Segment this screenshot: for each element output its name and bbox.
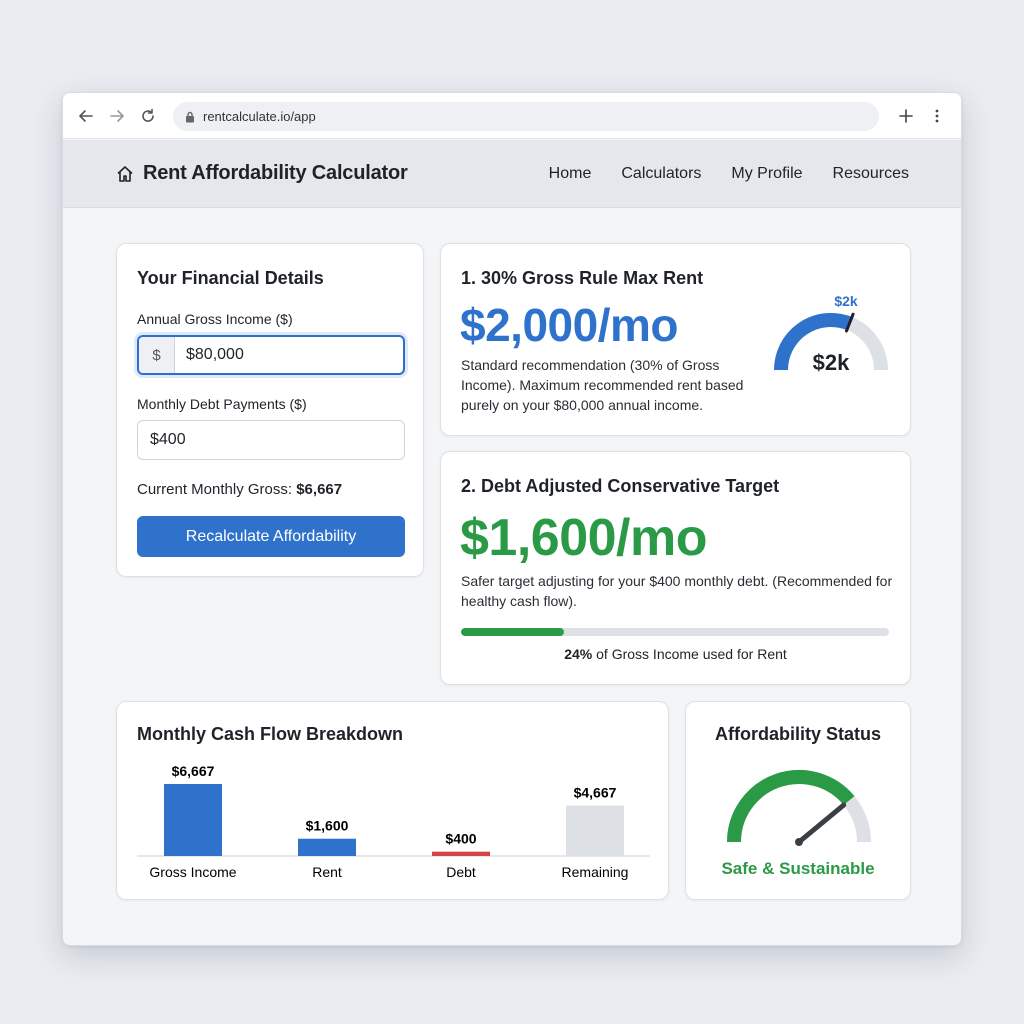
- arrow-right-icon: [110, 110, 124, 122]
- bar-gross-income: [164, 784, 222, 856]
- browser-window: rentcalculate.io/app Rent Affordability …: [62, 92, 962, 946]
- gauge-top-label: $2k: [834, 293, 858, 309]
- browser-menu-button[interactable]: [926, 105, 948, 127]
- bar-value-label: $1,600: [306, 818, 349, 834]
- financial-details-title: Your Financial Details: [137, 268, 324, 288]
- category-label: Gross Income: [149, 864, 236, 880]
- rent-progress-fill: [461, 628, 564, 636]
- new-tab-button[interactable]: [895, 105, 917, 127]
- address-bar[interactable]: rentcalculate.io/app: [173, 102, 879, 131]
- status-gauge-needle: [796, 802, 847, 845]
- rule30-card: 1. 30% Gross Rule Max Rent $2,000/mo Sta…: [440, 243, 911, 436]
- bar-value-label: $4,667: [574, 785, 617, 801]
- nav-calculators[interactable]: Calculators: [621, 165, 701, 183]
- rule30-description: Standard recommendation (30% of Gross In…: [461, 357, 744, 413]
- debt-adjusted-description: Safer target adjusting for your $400 mon…: [461, 573, 893, 609]
- plus-icon: [899, 109, 913, 123]
- cashflow-card: Monthly Cash Flow Breakdown $6,667 Gross …: [116, 701, 669, 900]
- affordability-status-card: Affordability Status Safe & Sustainable: [685, 701, 911, 900]
- bar-value-label: $400: [445, 831, 476, 847]
- income-field[interactable]: $: [137, 335, 405, 375]
- status-text: Safe & Sustainable: [721, 859, 875, 878]
- progress-caption: 24% of Gross Income used for Rent: [441, 646, 910, 662]
- recalculate-button[interactable]: Recalculate Affordability: [137, 516, 405, 557]
- app-title: Rent Affordability Calculator: [143, 162, 408, 184]
- monthly-gross-line: Current Monthly Gross: $6,667: [137, 481, 342, 498]
- income-label: Annual Gross Income ($): [137, 311, 293, 327]
- brand[interactable]: Rent Affordability Calculator: [115, 162, 408, 185]
- debt-adjusted-amount: $1,600/mo: [460, 509, 708, 567]
- browser-toolbar: rentcalculate.io/app: [63, 93, 961, 139]
- cashflow-title: Monthly Cash Flow Breakdown: [137, 724, 404, 744]
- bar-rent: [298, 838, 356, 856]
- cashflow-chart: $6,667 Gross Income $1,600 Rent $400 Debt $4,6…: [137, 763, 650, 880]
- rule30-gauge: $2k $2k: [774, 293, 888, 375]
- monthly-gross-value: $6,667: [296, 481, 343, 498]
- status-gauge-hub: [795, 838, 803, 846]
- nav-resources[interactable]: Resources: [833, 165, 909, 183]
- monthly-gross-label: Current Monthly Gross:: [137, 481, 293, 498]
- back-button[interactable]: [75, 105, 97, 127]
- gauge-center-label: $2k: [813, 350, 850, 375]
- category-label: Debt: [446, 864, 476, 880]
- kebab-menu-icon: [935, 109, 939, 123]
- debt-input[interactable]: [138, 421, 404, 459]
- rent-progress-bar: [461, 628, 889, 636]
- nav-my-profile[interactable]: My Profile: [731, 165, 802, 183]
- forward-button[interactable]: [106, 105, 128, 127]
- progress-percent: 24%: [564, 646, 593, 662]
- currency-prefix: $: [139, 337, 175, 373]
- financial-details-card: Your Financial Details Annual Gross Inco…: [116, 243, 424, 577]
- bar-remaining: [566, 805, 624, 856]
- arrow-left-icon: [79, 110, 93, 122]
- debt-field[interactable]: [137, 420, 405, 460]
- rule30-title: 1. 30% Gross Rule Max Rent: [461, 268, 704, 288]
- reload-button[interactable]: [137, 105, 159, 127]
- category-label: Remaining: [562, 864, 629, 880]
- home-icon: [117, 165, 133, 182]
- bar-debt: [432, 851, 490, 856]
- status-gauge-fill: [727, 770, 855, 843]
- debt-label: Monthly Debt Payments ($): [137, 396, 307, 412]
- bar-value-label: $6,667: [172, 763, 215, 779]
- main-nav: Home Calculators My Profile Resources: [549, 165, 909, 183]
- lock-icon: [186, 111, 194, 122]
- rule30-amount: $2,000/mo: [460, 299, 678, 351]
- status-title: Affordability Status: [714, 724, 881, 744]
- progress-caption-text: of Gross Income used for Rent: [596, 646, 787, 662]
- app-header: Rent Affordability Calculator Home Calcu…: [63, 140, 961, 208]
- category-label: Rent: [312, 864, 342, 880]
- reload-icon: [142, 108, 154, 122]
- status-gauge: [727, 770, 871, 846]
- debt-adjusted-title: 2. Debt Adjusted Conservative Target: [461, 476, 780, 496]
- nav-home[interactable]: Home: [549, 165, 592, 183]
- url-text: rentcalculate.io/app: [203, 109, 316, 124]
- income-input[interactable]: [175, 337, 403, 373]
- debt-adjusted-card: 2. Debt Adjusted Conservative Target $1,…: [440, 451, 911, 685]
